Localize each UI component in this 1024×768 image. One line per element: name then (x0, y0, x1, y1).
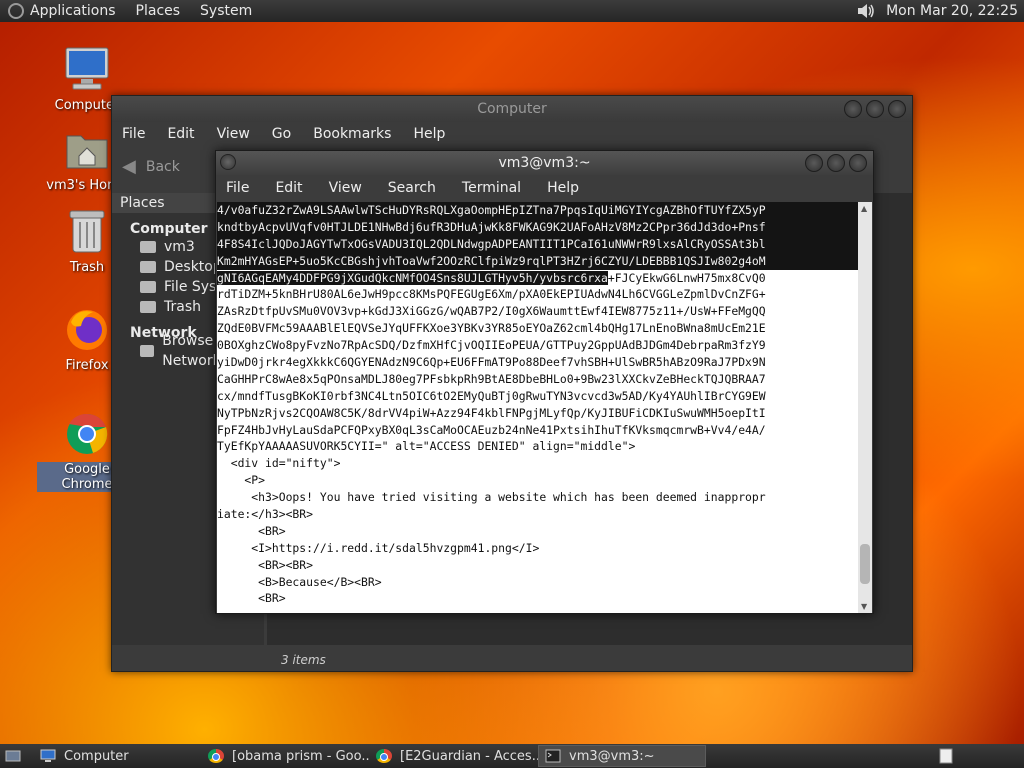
menu-help[interactable]: Help (547, 180, 579, 196)
maximize-button[interactable] (866, 100, 884, 118)
terminal-line: ZQdE0BVFMc59AAABlElEQVSeJYqUFFKXoe3YBKv3… (217, 321, 766, 336)
chrome-icon (208, 749, 224, 763)
trash-icon (140, 301, 156, 313)
unselected-text: +FJCyEkwG6LnwH75mx8CvQ0 (607, 270, 766, 285)
chrome-icon (376, 749, 392, 763)
terminal-scrollbar[interactable]: ▲ ▼ (858, 202, 872, 613)
status-bar: 3 items (281, 653, 326, 667)
taskbar-item-label: [obama prism - Goo... (232, 748, 370, 764)
desktop-icon (140, 261, 156, 273)
terminal-line: Km2mHYAGsEP+5uo5KcCBGshjvhToaVwf2OOzRClf… (217, 252, 858, 270)
terminal-line: 4F8S4IclJQDoJAGYTwTxOGsVADU3IQL2QDLNdwgp… (217, 235, 858, 253)
terminal-line: FpFZ4HbJvHyLauSdaPCFQPxyBX0qL3sCaMoOCAEu… (217, 422, 766, 437)
terminal-line: <BR> (217, 523, 286, 538)
terminal-line: <B>Because</B><BR> (217, 574, 382, 589)
taskbar-item-label: [E2Guardian - Acces... (400, 748, 538, 764)
terminal-line: <BR><BR> (217, 557, 314, 572)
menu-view[interactable]: View (217, 126, 250, 142)
scroll-down-arrow-icon[interactable]: ▼ (861, 602, 867, 611)
terminal-line: <BR> (217, 591, 286, 606)
workspace-switcher[interactable] (936, 745, 958, 767)
workspace-icon (939, 748, 953, 764)
terminal-line: 4/v0afuZ32rZwA9LSAAwlwTScHuDYRsRQLXgaOom… (217, 202, 858, 219)
close-button[interactable] (888, 100, 906, 118)
file-manager-titlebar[interactable]: Computer (112, 96, 912, 122)
menu-terminal[interactable]: Terminal (462, 180, 521, 196)
taskbar-item-chrome-e2guardian[interactable]: [E2Guardian - Acces... (370, 745, 538, 767)
terminal-line: CaGHHPrC8wAe8x5qPOnsaMDLJ80eg7PFsbkpRh9B… (217, 371, 766, 386)
terminal-line: 0BOXghzCWo8pyFvzNo7RpAcSDQ/DzfmXHfCjvOQI… (217, 338, 766, 353)
selected-text: gNI6AGqEAMy4DDFPG9jXGudQkcNMfOO4Sns8UJLG… (217, 270, 608, 285)
back-arrow-icon: ◀ (122, 156, 136, 177)
menu-go[interactable]: Go (272, 126, 291, 142)
firefox-icon (67, 310, 107, 350)
bottom-panel: Computer [obama prism - Goo... [E2Guardi… (0, 744, 1024, 768)
network-icon (140, 345, 155, 357)
menu-file[interactable]: File (122, 126, 145, 142)
minimize-button[interactable] (805, 154, 823, 172)
menu-places[interactable]: Places (136, 3, 181, 19)
taskbar-item-label: vm3@vm3:~ (569, 748, 655, 764)
chrome-icon (67, 413, 108, 454)
volume-icon[interactable] (856, 3, 876, 19)
menu-edit[interactable]: Edit (167, 126, 194, 142)
menu-search[interactable]: Search (388, 180, 436, 196)
scroll-up-arrow-icon[interactable]: ▲ (861, 204, 867, 213)
scrollbar-thumb[interactable] (860, 544, 870, 584)
window-title: Computer (477, 101, 547, 117)
menu-system[interactable]: System (200, 3, 252, 19)
menu-file[interactable]: File (226, 180, 249, 196)
terminal-icon (545, 749, 561, 763)
show-desktop-icon (5, 750, 21, 762)
home-folder-icon (66, 135, 108, 169)
terminal-line: rdTiDZM+5knBHrU80AL6eJwH9pcc8KMsPQFEGUgE… (217, 287, 766, 302)
terminal-line: yiDwD0jrkr4egXkkkC6QGYENAdzN9C6Qp+EU6FFm… (217, 355, 766, 370)
computer-icon (65, 47, 109, 90)
show-desktop-button[interactable] (2, 745, 24, 767)
menu-edit[interactable]: Edit (275, 180, 302, 196)
window-title: vm3@vm3:~ (498, 155, 591, 171)
taskbar-item-chrome-search[interactable]: [obama prism - Goo... (202, 745, 370, 767)
terminal-line: cx/mndfTusgBKoKI0rbf3NC4Ltn5OIC6tO2EMyQu… (217, 388, 766, 403)
menu-applications[interactable]: Applications (30, 3, 116, 19)
sidebar-item-label: Trash (164, 299, 201, 315)
menu-bookmarks[interactable]: Bookmarks (313, 126, 391, 142)
maximize-button[interactable] (827, 154, 845, 172)
menu-help[interactable]: Help (413, 126, 445, 142)
terminal-line: <I>https://i.redd.it/sdal5hvzgpm41.png</… (217, 540, 540, 555)
terminal-line: ZAsRzDtfpUvSMu0VOV3vp+kGdJ3XiGGzG/wQAB7P… (217, 304, 766, 319)
minimize-button[interactable] (844, 100, 862, 118)
distro-logo-icon[interactable] (8, 3, 24, 19)
window-menu-button[interactable] (220, 154, 236, 170)
sidebar-item-label: vm3 (164, 239, 195, 255)
terminal-line: TyEfKpYAAAAASUVORK5CYII=" alt="ACCESS DE… (217, 439, 636, 454)
terminal-line: <h3>Oops! You have tried visiting a webs… (217, 490, 766, 505)
home-icon (140, 241, 156, 253)
menu-view[interactable]: View (329, 180, 362, 196)
taskbar-item-label: Computer (64, 748, 129, 764)
terminal-line: iate:</h3><BR> (217, 507, 314, 522)
terminal-line: kndtbyAcpvUVqfv0HTJLDE1NHwBdj6ufR3DHuAjw… (217, 218, 858, 236)
back-label: Back (145, 158, 180, 175)
terminal-titlebar[interactable]: vm3@vm3:~ (216, 151, 873, 175)
file-manager-menubar: File Edit View Go Bookmarks Help (112, 122, 912, 146)
taskbar-item-terminal[interactable]: vm3@vm3:~ (538, 745, 706, 767)
top-panel: Applications Places System Mon Mar 20, 2… (0, 0, 1024, 22)
terminal-output[interactable]: 4/v0afuZ32rZwA9LSAAwlwTScHuDYRsRQLXgaOom… (217, 202, 858, 613)
drive-icon (140, 281, 156, 293)
computer-icon (40, 749, 56, 762)
close-button[interactable] (849, 154, 867, 172)
terminal-line: NyTPbNzRjvs2CQOAW8C5K/8drVV4piW+Azz94F4k… (217, 405, 766, 420)
terminal-line: <div id="nifty"> (217, 456, 341, 471)
clock[interactable]: Mon Mar 20, 22:25 (886, 3, 1018, 19)
terminal-line: gNI6AGqEAMy4DDFPG9jXGudQkcNMfOO4Sns8UJLG… (217, 270, 858, 287)
back-button[interactable]: ◀ Back (122, 156, 180, 177)
terminal-line: <P> (217, 473, 266, 488)
trash-icon (69, 210, 105, 253)
taskbar-item-computer[interactable]: Computer (34, 745, 202, 767)
sidebar-item-label: Desktop (164, 259, 222, 275)
terminal-window: vm3@vm3:~ File Edit View Search Terminal… (215, 150, 874, 614)
terminal-menubar: File Edit View Search Terminal Help (216, 175, 873, 201)
